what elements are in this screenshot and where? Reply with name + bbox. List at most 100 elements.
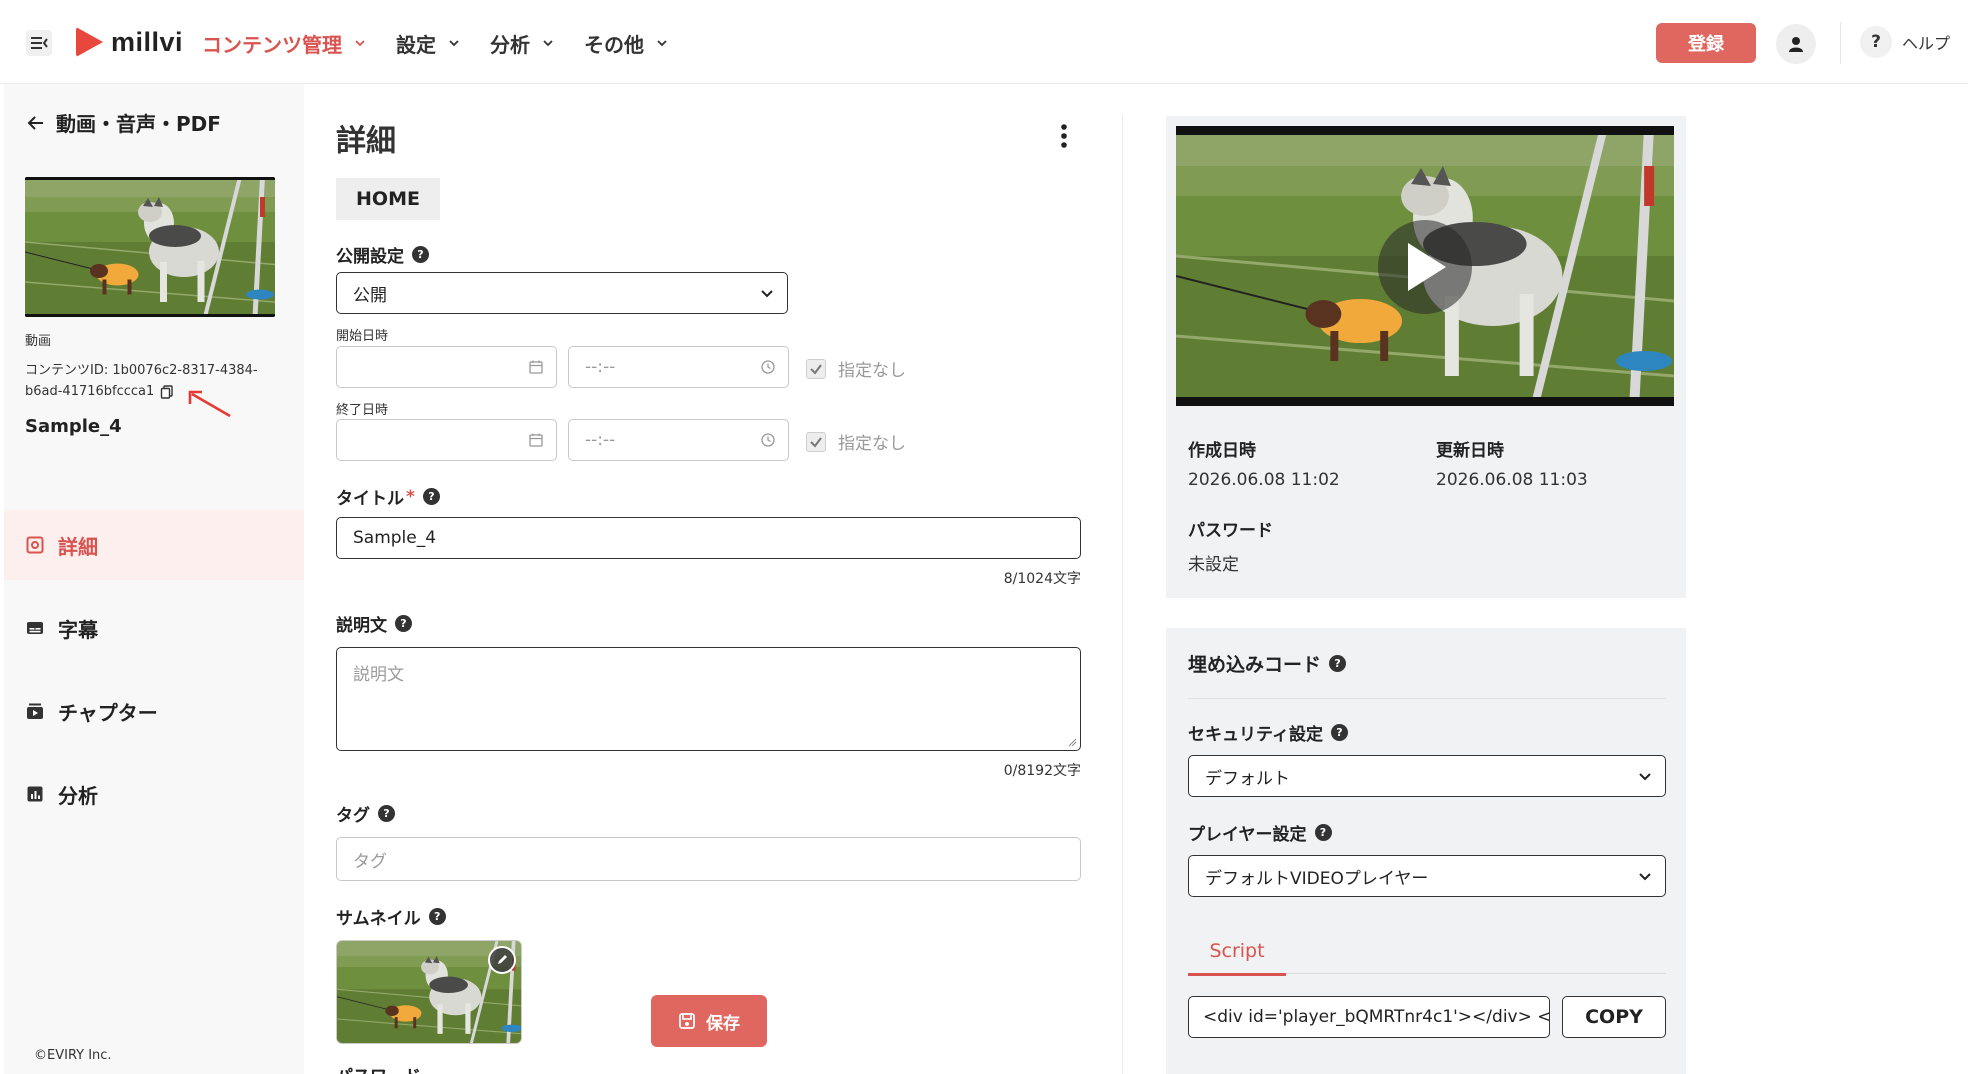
sidebar-item-chapters[interactable]: チャプター	[4, 676, 304, 746]
time-placeholder: --:--	[585, 357, 616, 377]
player-select[interactable]: デフォルトVIDEOプレイヤー	[1188, 855, 1666, 897]
security-label: セキュリティ設定 ?	[1188, 720, 1348, 745]
chevron-down-icon	[449, 40, 459, 47]
resize-handle-icon[interactable]	[1067, 737, 1077, 747]
chevron-down-icon	[1639, 773, 1651, 781]
start-unspecified-checkbox[interactable]: 指定なし	[806, 356, 906, 381]
select-value: デフォルト	[1205, 768, 1290, 789]
end-date-input[interactable]	[336, 419, 557, 461]
description-char-counter: 0/8192文字	[1003, 763, 1081, 779]
save-label: 保存	[706, 1013, 740, 1034]
visibility-select[interactable]: 公開	[336, 272, 788, 314]
checkmark-icon	[806, 358, 826, 379]
checkbox-label: 指定なし	[838, 361, 906, 381]
start-time-input[interactable]: --:--	[568, 346, 789, 388]
clock-icon	[761, 360, 775, 374]
nav-analytics[interactable]: 分析	[490, 29, 554, 58]
help-icon[interactable]: ?	[428, 908, 446, 925]
save-icon	[679, 1013, 695, 1029]
nav-label: その他	[584, 32, 644, 57]
calendar-icon	[529, 360, 543, 374]
sidebar-item-label: 詳細	[58, 534, 98, 559]
copy-id-icon[interactable]	[160, 384, 174, 399]
sidebar-item-subtitles[interactable]: 字幕	[4, 593, 304, 663]
sidebar-item-analytics[interactable]: 分析	[4, 759, 304, 829]
sidebar-menu: 詳細 字幕 チャプター 分析	[4, 510, 304, 842]
home-tag[interactable]: HOME	[336, 178, 440, 220]
visibility-label: 公開設定 ?	[336, 242, 429, 267]
brand-logo[interactable]: millvi	[76, 24, 183, 60]
help-icon[interactable]: ?	[1330, 724, 1348, 741]
clock-icon	[761, 433, 775, 447]
nav-settings[interactable]: 設定	[396, 29, 460, 58]
updated-label: 更新日時	[1436, 441, 1504, 461]
embed-title: 埋め込みコード ?	[1188, 650, 1347, 677]
nav-content-management[interactable]: コンテンツ管理	[202, 29, 366, 58]
calendar-icon	[529, 433, 543, 447]
content-thumbnail	[25, 177, 275, 317]
tag-label: タグ ?	[336, 801, 395, 826]
thumbnail-image[interactable]	[336, 940, 522, 1044]
help-icon[interactable]: ?	[378, 805, 395, 822]
password-label: パスワード	[1188, 521, 1273, 541]
end-unspecified-checkbox[interactable]: 指定なし	[806, 429, 906, 454]
analytics-icon	[27, 786, 43, 802]
back-label: 動画・音声・PDF	[56, 112, 221, 136]
edit-pencil-icon[interactable]	[488, 946, 516, 974]
content-info-card: 作成日時 2026.06.08 11:02 更新日時 2026.06.08 11…	[1166, 116, 1686, 598]
nav-label: 分析	[490, 32, 530, 57]
help-icon[interactable]: ?	[1314, 824, 1332, 841]
embed-code-field[interactable]: <div id='player_bQMRTnr4c1'></div> <	[1188, 996, 1550, 1038]
tab-script[interactable]: Script	[1188, 928, 1286, 976]
help-icon[interactable]: ?	[395, 615, 412, 632]
page-title: 詳細	[336, 124, 396, 159]
field-label-text: パスワード	[336, 1066, 421, 1074]
content-id: コンテンツID: 1b0076c2-8317-4384-b6ad-41716bf…	[25, 360, 285, 402]
more-options-icon[interactable]	[1054, 122, 1074, 152]
save-button[interactable]: 保存	[651, 995, 767, 1047]
content-id-prefix: コンテンツID:	[25, 363, 113, 378]
time-placeholder: --:--	[585, 430, 616, 450]
play-logo-icon	[76, 27, 103, 57]
details-form: 詳細 HOME 公開設定 ? 公開 開始日時 --:-- 指定なし 終了日時 -…	[336, 84, 1096, 1074]
field-label-text: タグ	[336, 806, 370, 826]
nav-other[interactable]: その他	[584, 29, 668, 58]
help-icon: ?	[1860, 26, 1892, 58]
content-name: Sample_4	[25, 416, 122, 437]
updated-value: 2026.06.08 11:03	[1436, 470, 1588, 490]
video-player[interactable]	[1176, 126, 1674, 406]
header-divider	[1840, 22, 1841, 64]
copy-button[interactable]: COPY	[1562, 996, 1666, 1038]
sidebar-item-details[interactable]: 詳細	[4, 510, 304, 580]
user-menu-button[interactable]	[1776, 24, 1816, 64]
field-label-text: サムネイル	[336, 909, 421, 929]
nav-label: コンテンツ管理	[202, 32, 342, 57]
column-divider	[1122, 116, 1123, 1074]
help-icon[interactable]: ?	[1329, 655, 1347, 672]
title-label: タイトル * ?	[336, 484, 440, 509]
chapter-icon	[27, 703, 43, 719]
help-icon[interactable]: ?	[412, 246, 429, 263]
end-time-input[interactable]: --:--	[568, 419, 789, 461]
start-date-input[interactable]	[336, 346, 557, 388]
play-icon[interactable]	[1378, 220, 1472, 314]
register-button[interactable]: 登録	[1656, 23, 1756, 63]
select-value: 公開	[353, 285, 387, 306]
details-icon	[26, 536, 44, 554]
help-icon[interactable]: ?	[422, 488, 440, 505]
back-link[interactable]: 動画・音声・PDF	[26, 108, 221, 137]
annotation-arrow-icon	[188, 390, 231, 418]
description-textarea[interactable]: 説明文	[336, 647, 1081, 751]
security-select[interactable]: デフォルト	[1188, 755, 1666, 797]
required-mark: *	[406, 486, 415, 507]
embed-code-card: 埋め込みコード ? セキュリティ設定 ? デフォルト プレイヤー設定 ? デフォ…	[1166, 628, 1686, 1074]
help-link[interactable]: ? ヘルプ	[1860, 26, 1950, 58]
password-label-partial: パスワード	[336, 1066, 536, 1074]
sidebar-collapse-icon[interactable]	[26, 30, 52, 56]
created-label: 作成日時	[1188, 441, 1256, 461]
title-input[interactable]: Sample_4	[336, 517, 1081, 559]
content-type: 動画	[25, 334, 52, 349]
created-value: 2026.06.08 11:02	[1188, 470, 1340, 490]
tag-input[interactable]: タグ	[336, 837, 1081, 881]
select-value: デフォルトVIDEOプレイヤー	[1205, 868, 1429, 889]
